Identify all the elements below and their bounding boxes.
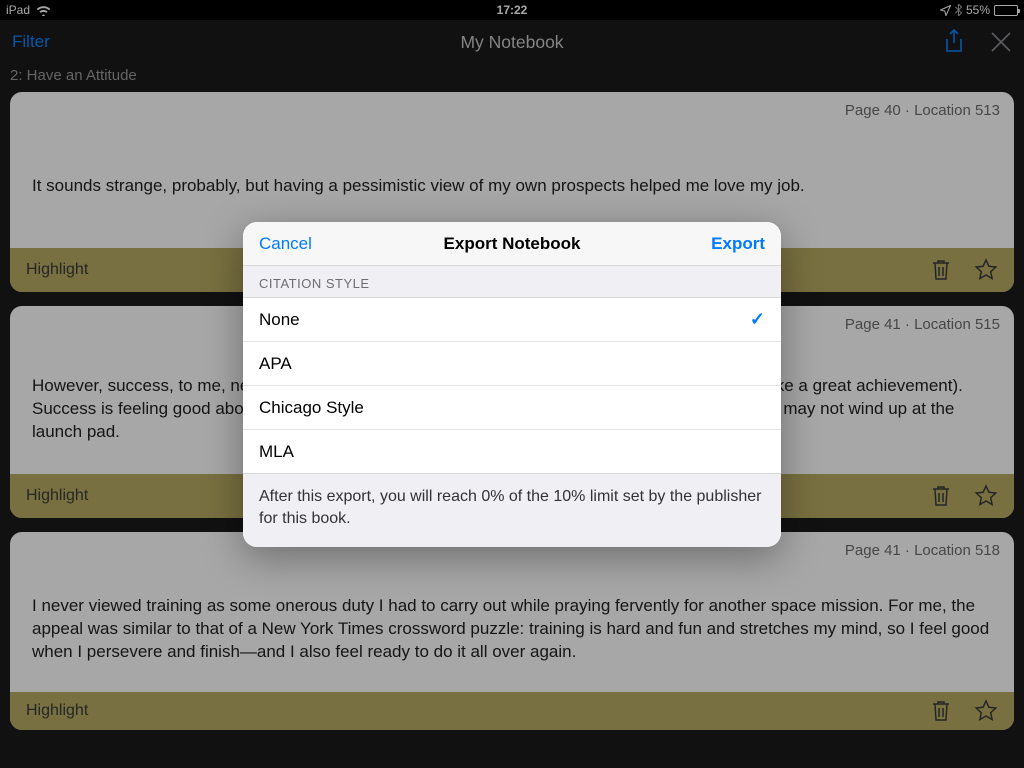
- export-modal: Cancel Export Notebook Export CITATION S…: [243, 222, 781, 547]
- citation-section-label: CITATION STYLE: [243, 266, 781, 298]
- export-limit-note: After this export, you will reach 0% of …: [243, 474, 781, 547]
- citation-option-none[interactable]: None ✓: [243, 298, 781, 342]
- cancel-button[interactable]: Cancel: [259, 234, 312, 254]
- modal-title: Export Notebook: [444, 234, 581, 254]
- citation-option-apa[interactable]: APA: [243, 342, 781, 386]
- option-label: None: [259, 310, 300, 330]
- option-label: MLA: [259, 442, 294, 462]
- option-label: APA: [259, 354, 292, 374]
- citation-option-chicago[interactable]: Chicago Style: [243, 386, 781, 430]
- citation-option-mla[interactable]: MLA: [243, 430, 781, 474]
- checkmark-icon: ✓: [750, 309, 765, 330]
- export-button[interactable]: Export: [711, 234, 765, 254]
- option-label: Chicago Style: [259, 398, 364, 418]
